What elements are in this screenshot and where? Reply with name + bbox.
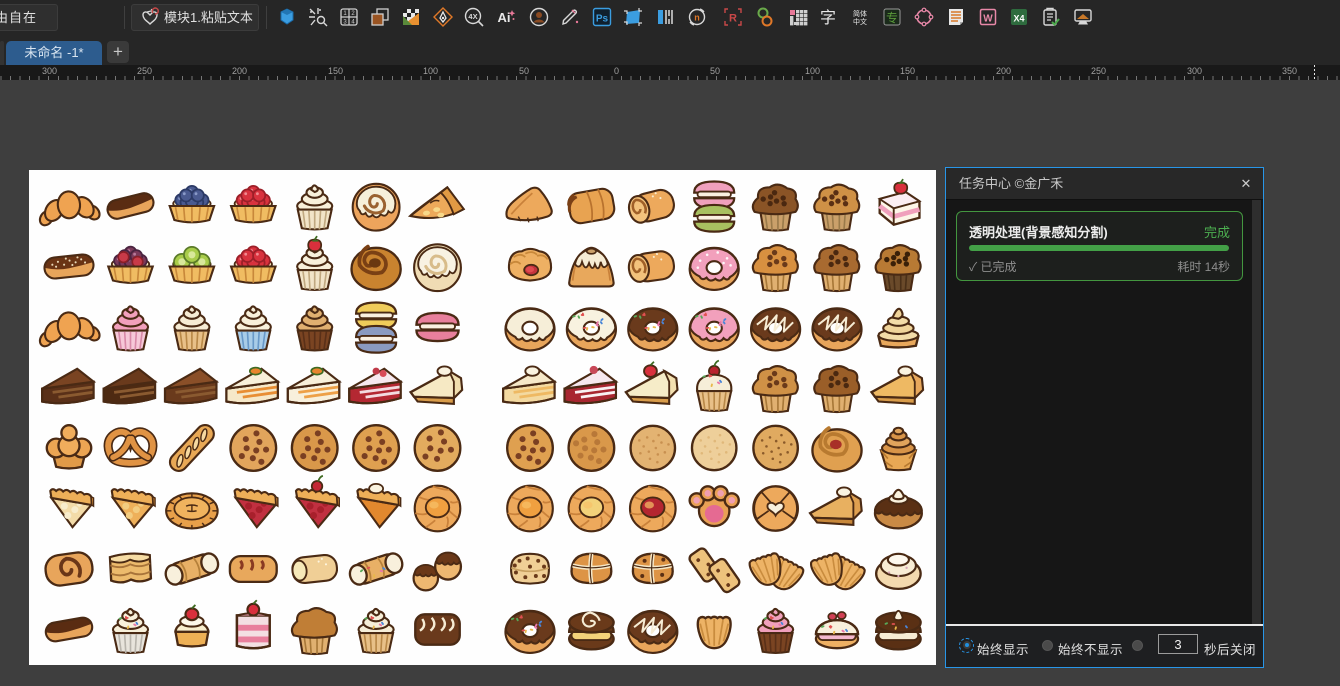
svg-text:2: 2 (351, 11, 355, 17)
svg-text:n: n (694, 13, 700, 23)
svg-text:R: R (729, 13, 737, 25)
svg-text:Ps: Ps (596, 14, 609, 25)
svg-text:1: 1 (343, 11, 347, 17)
svg-text:X4: X4 (1013, 14, 1024, 24)
svg-text:中文: 中文 (853, 17, 867, 26)
svg-text:简体: 简体 (853, 9, 867, 18)
svg-text:W: W (983, 14, 993, 25)
svg-text:4X: 4X (468, 12, 477, 21)
svg-text:字: 字 (820, 9, 836, 27)
svg-text:专: 专 (886, 10, 898, 25)
svg-text:Ai: Ai (498, 10, 511, 25)
